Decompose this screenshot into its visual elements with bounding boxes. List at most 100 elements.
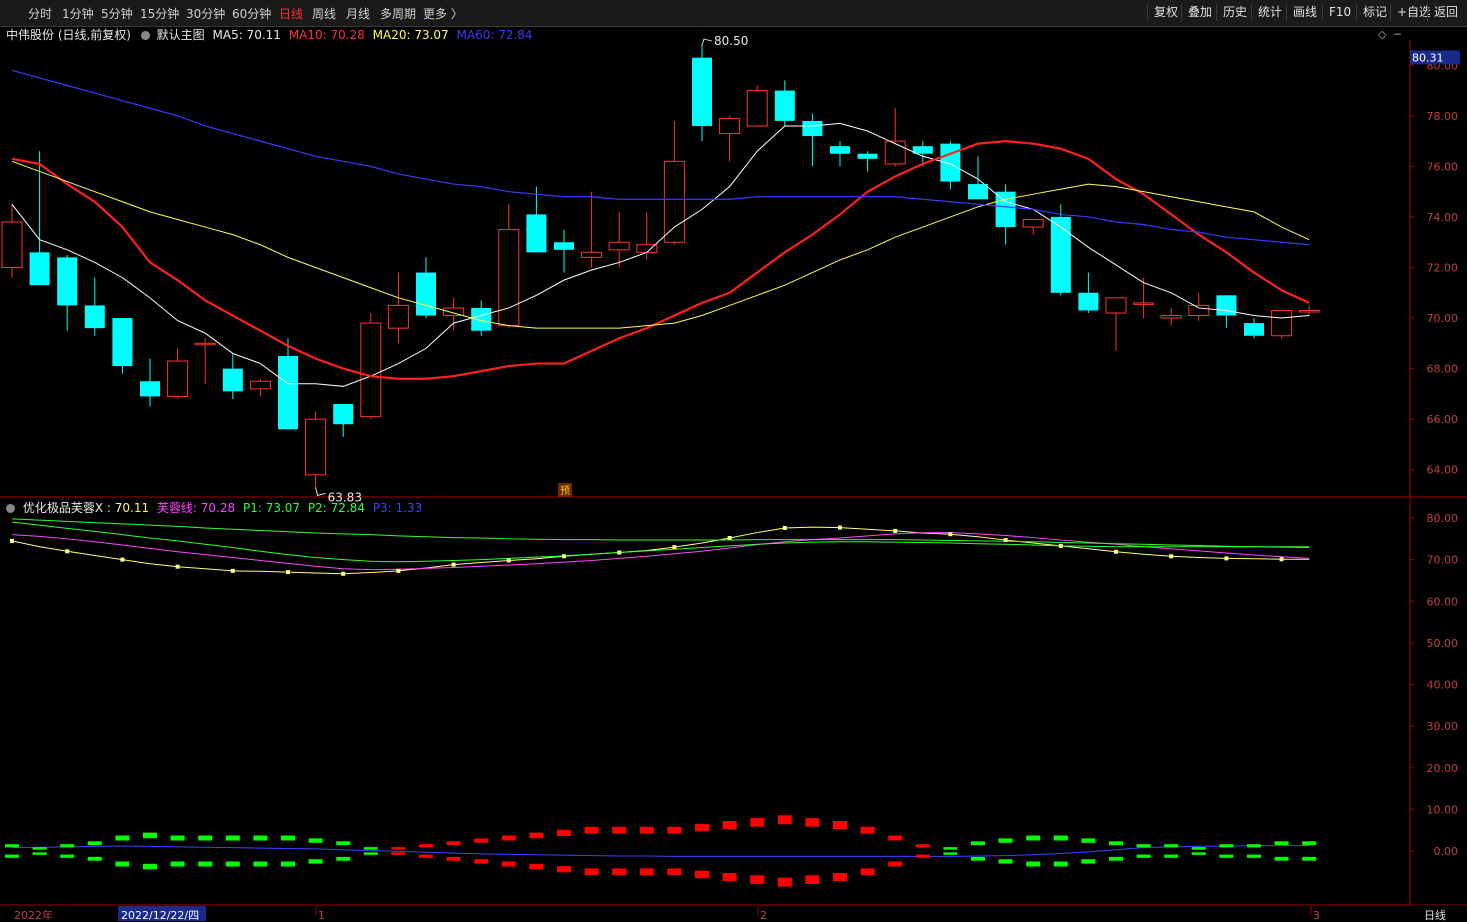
indicator-tick-label: 30.00 xyxy=(1427,720,1459,733)
indicator-x-marker xyxy=(562,554,566,559)
candle-15 xyxy=(416,257,436,319)
candle-42 xyxy=(1160,307,1182,326)
candle-3 xyxy=(84,277,105,336)
candle-body xyxy=(940,143,961,182)
candle-38 xyxy=(1050,204,1071,296)
candle-2 xyxy=(57,254,78,331)
indicator-x-marker xyxy=(1224,556,1229,561)
indicator-x-marker xyxy=(1058,543,1063,548)
indicator-x-marker xyxy=(1003,538,1008,543)
candle-body xyxy=(1,221,23,268)
candle-4 xyxy=(112,318,133,374)
candle-37 xyxy=(1022,218,1044,235)
candle-body xyxy=(526,214,547,253)
indicator-x-marker xyxy=(838,525,842,530)
indicator-bar-mirror-16 xyxy=(446,856,461,861)
candle-45 xyxy=(1244,318,1264,339)
indicator-bar-18 xyxy=(501,835,516,841)
indicator-bar-34 xyxy=(943,847,958,850)
indicator-bar-47 xyxy=(1302,841,1317,846)
price-tick-label: 70.00 xyxy=(1427,312,1459,325)
indicator-bar-mirror-5 xyxy=(143,863,157,870)
indicator-tick-label: 20.00 xyxy=(1427,762,1459,775)
time-label-2: 2 xyxy=(760,909,767,922)
indicator-tick-label: 70.00 xyxy=(1427,554,1459,567)
indicator-bar-42 xyxy=(1164,844,1179,848)
candle-27 xyxy=(746,85,768,127)
stock-chart: 80.00 78.00 76.00 74.00 72.00 70.00 68.00 66.00… xyxy=(0,28,1467,922)
candle-body xyxy=(416,272,436,316)
template-name-label[interactable]: 默认主图 xyxy=(157,28,205,42)
indicator-tick-label: 40.00 xyxy=(1427,679,1459,692)
ma-line-ma60 xyxy=(11,69,1310,246)
indicator-bar-mirror-46 xyxy=(1274,856,1289,861)
high-marker xyxy=(701,38,713,46)
candle-46 xyxy=(1271,309,1293,339)
candle-36 xyxy=(995,184,1016,245)
indicator-name-label[interactable]: 优化极品芙蓉X xyxy=(23,501,103,515)
indicator-bar-31 xyxy=(860,826,875,834)
indicator-bar-0 xyxy=(5,844,19,848)
candle-body xyxy=(1188,304,1210,317)
indicator-x-marker xyxy=(230,568,235,573)
indicator-bar-mirror-7 xyxy=(198,861,213,867)
diamond-icon: ◇ xyxy=(1378,28,1387,41)
indicator-x-marker xyxy=(727,535,732,540)
candle-0 xyxy=(1,204,23,278)
indicator-bar-mirror-0 xyxy=(5,854,19,858)
candle-body xyxy=(360,322,382,418)
indicator-bar-4 xyxy=(115,835,130,841)
main-chart-legend: 中伟股份 (日线,前复权) 默认主图 MA5: 70.11 MA10: 70.2… xyxy=(6,26,533,43)
indicator-bar-mirror-28 xyxy=(777,877,792,887)
pre-mark-label: 预 xyxy=(560,485,570,497)
indicator-x-marker xyxy=(65,549,70,554)
indicator-dropdown-icon[interactable] xyxy=(6,504,15,513)
candle-body xyxy=(830,146,850,154)
candle-body xyxy=(167,360,189,397)
indicator-bar-15 xyxy=(419,844,433,848)
indicator-x-marker xyxy=(1114,549,1118,554)
candle-body xyxy=(1022,218,1044,228)
indicator-tick-label: 10.00 xyxy=(1427,803,1459,816)
candle-19 xyxy=(526,186,547,253)
indicator-bar-40 xyxy=(1109,841,1123,846)
indicator-bar-26 xyxy=(722,821,737,829)
indicator-bar-6 xyxy=(170,835,185,841)
candle-body xyxy=(1244,323,1264,336)
indicator-bar-20 xyxy=(557,829,571,836)
candle-body xyxy=(554,242,574,250)
candle-body xyxy=(1298,309,1320,313)
indicator-x-marker xyxy=(341,571,346,576)
indicator-bar-36 xyxy=(998,838,1013,843)
indicator-bar-17 xyxy=(474,838,489,843)
candle-31 xyxy=(857,151,878,172)
candle-body xyxy=(774,90,795,121)
candle-11 xyxy=(305,411,327,488)
candle-body xyxy=(84,305,105,329)
candle-30 xyxy=(830,141,850,167)
indicator-bar-19 xyxy=(529,832,544,839)
indicator-bar-43 xyxy=(1191,847,1206,850)
indicator-x-marker xyxy=(396,568,401,573)
candle-body xyxy=(57,257,78,306)
indicator-bar-35 xyxy=(971,841,985,846)
candle-40 xyxy=(1105,297,1127,351)
candle-body xyxy=(719,117,741,135)
indicator-x-marker xyxy=(782,525,787,530)
indicator-bar-mirror-6 xyxy=(170,861,185,867)
low-marker xyxy=(315,487,326,497)
candle-body xyxy=(581,251,603,258)
candle-body xyxy=(305,418,327,476)
p1-value-label: P1: 73.07 xyxy=(242,501,301,515)
indicator-x-marker xyxy=(1169,554,1174,559)
candle-29 xyxy=(802,113,823,167)
indicator-bar-29 xyxy=(805,818,820,827)
candle-body xyxy=(278,355,298,430)
indicator-bar-44 xyxy=(1219,844,1234,848)
template-dropdown-icon[interactable] xyxy=(140,31,150,40)
candle-body xyxy=(802,120,823,137)
candle-47 xyxy=(1298,305,1320,316)
indicator-bar-mirror-12 xyxy=(336,856,351,861)
indicator-x-marker xyxy=(120,557,125,562)
indicator-bar-32 xyxy=(888,835,903,841)
